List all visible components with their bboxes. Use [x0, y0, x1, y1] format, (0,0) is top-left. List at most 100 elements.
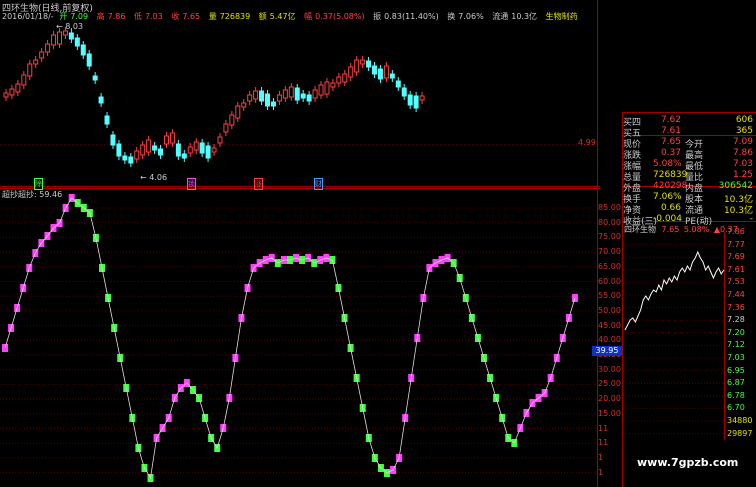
candlestick — [294, 84, 300, 104]
candlestick — [92, 72, 98, 84]
volume-label: 量 — [208, 12, 217, 21]
candlestick — [324, 78, 330, 98]
candlestick — [253, 87, 259, 103]
stat-value: 0.37 — [660, 148, 681, 158]
stat-value: 7.06% — [653, 192, 682, 202]
candlestick — [74, 34, 80, 50]
candlestick — [152, 142, 158, 154]
candlestick — [366, 57, 372, 71]
mini-axis-tick: 7.53 — [727, 277, 745, 287]
candlestick — [33, 56, 39, 68]
stat-value: 7.65 — [660, 137, 681, 147]
mini-axis-tick: 6.70 — [727, 403, 745, 413]
mini-axis-tick: 7.61 — [727, 264, 745, 274]
intraday-price-line — [624, 250, 725, 331]
mini-axis-tick: 6.87 — [727, 378, 745, 388]
ohlc-bar: 2016/01/18/- 开 7.09 高 7.86 低 7.03 收 7.65 量 72… — [2, 11, 581, 22]
mini-axis-tick: 6.95 — [727, 365, 745, 375]
close-label: 收 — [171, 12, 180, 21]
candlestick — [146, 136, 152, 156]
low-label: 低 — [133, 12, 142, 21]
high-value: 7.86 — [107, 12, 126, 21]
candlestick — [241, 99, 247, 111]
indicator-value: 59.46 — [39, 190, 63, 199]
low-marker: ← 4.06 — [140, 173, 168, 182]
open-label: 开 — [59, 12, 68, 21]
candlestick — [401, 84, 407, 100]
high-marker: ← 8.03 — [56, 22, 84, 31]
candlestick — [128, 153, 134, 167]
float-value: 10.3亿 — [511, 12, 538, 21]
stat-value: 726839 — [653, 170, 688, 180]
quote-stat-row: 换手 7.06% 股本 10.3亿 — [623, 192, 753, 205]
candlestick — [199, 139, 205, 157]
order-book-row[interactable]: 买五 7.61 365 — [623, 126, 753, 139]
candlestick — [407, 91, 413, 109]
stat-value-2: 7.03 — [732, 159, 753, 169]
candlestick — [45, 40, 51, 56]
price-axis-label: 4.99 — [578, 138, 596, 147]
candlestick — [56, 28, 62, 48]
mini-axis-tick: 7.77 — [727, 239, 745, 249]
mini-axis-tick: 7.36 — [727, 302, 745, 312]
candlestick — [354, 56, 360, 76]
candlestick — [276, 91, 282, 105]
candlestick — [360, 56, 366, 68]
sector-label: 生物制药 — [545, 12, 578, 21]
stat-value-2: 7.09 — [732, 137, 753, 147]
candlestick — [140, 141, 146, 159]
volume-value: 726839 — [219, 12, 251, 21]
mini-axis-tick: 29897 — [727, 428, 753, 438]
candlestick — [15, 80, 21, 96]
candlestick — [134, 147, 140, 163]
indicator-value-row: 超抄: 59.46 — [2, 189, 62, 200]
candlestick — [9, 85, 15, 99]
badge-cai[interactable]: 财 — [314, 178, 323, 190]
candlestick — [122, 152, 128, 164]
date-label: 2016/01/18/- — [2, 12, 54, 21]
amp-value: 0.37(5.08%) — [315, 12, 365, 21]
badge-zhang[interactable]: 涨 — [254, 178, 263, 190]
stat-value: 5.08% — [653, 159, 682, 169]
main-chart[interactable] — [0, 0, 600, 487]
candlestick — [21, 71, 27, 89]
stat-value-2: 7.86 — [732, 148, 753, 158]
candlestick — [223, 120, 229, 136]
mini-pct: 5.08% — [683, 225, 710, 234]
mini-axis-tick: 7.12 — [727, 340, 745, 350]
candlestick — [169, 129, 175, 147]
candlestick — [348, 63, 354, 81]
candlestick — [39, 48, 45, 62]
candlestick — [68, 29, 74, 43]
candlestick — [306, 91, 312, 105]
indicator-line — [4, 197, 576, 480]
candlestick — [318, 81, 324, 99]
low-value: 7.03 — [144, 12, 163, 21]
candlestick — [288, 83, 294, 101]
candlestick — [158, 145, 164, 159]
badge-suo[interactable]: 锁 — [187, 178, 196, 190]
indicator-value-label: 超抄: — [18, 190, 37, 199]
mini-axis-tick: 7.69 — [727, 252, 745, 262]
stat-value-2: - — [749, 214, 753, 224]
low-marker-value: 4.06 — [149, 173, 168, 182]
quote-stat-row: 涨幅 5.08% 最低 7.03 — [623, 159, 753, 172]
amount-value: 5.47亿 — [269, 12, 296, 21]
candlestick — [3, 89, 9, 101]
order-book-row[interactable]: 买四 7.62 606 — [623, 115, 753, 128]
candlestick — [51, 31, 57, 49]
mini-axis-tick: 7.44 — [727, 290, 745, 299]
candlestick — [389, 70, 395, 82]
mini-price: 7.65 — [661, 225, 680, 234]
candlestick — [336, 73, 342, 87]
candlestick — [282, 86, 288, 102]
swing-label: 振 — [373, 12, 382, 21]
candlestick — [181, 150, 187, 162]
candlestick — [377, 65, 383, 83]
candlestick — [270, 98, 276, 110]
quote-stat-row: 总量 726839 量比 1.25 — [623, 170, 753, 183]
mini-axis-tick: 6.78 — [727, 390, 745, 400]
candlestick — [229, 111, 235, 129]
candlestick — [383, 62, 389, 82]
amp-label: 幅 — [304, 12, 313, 21]
